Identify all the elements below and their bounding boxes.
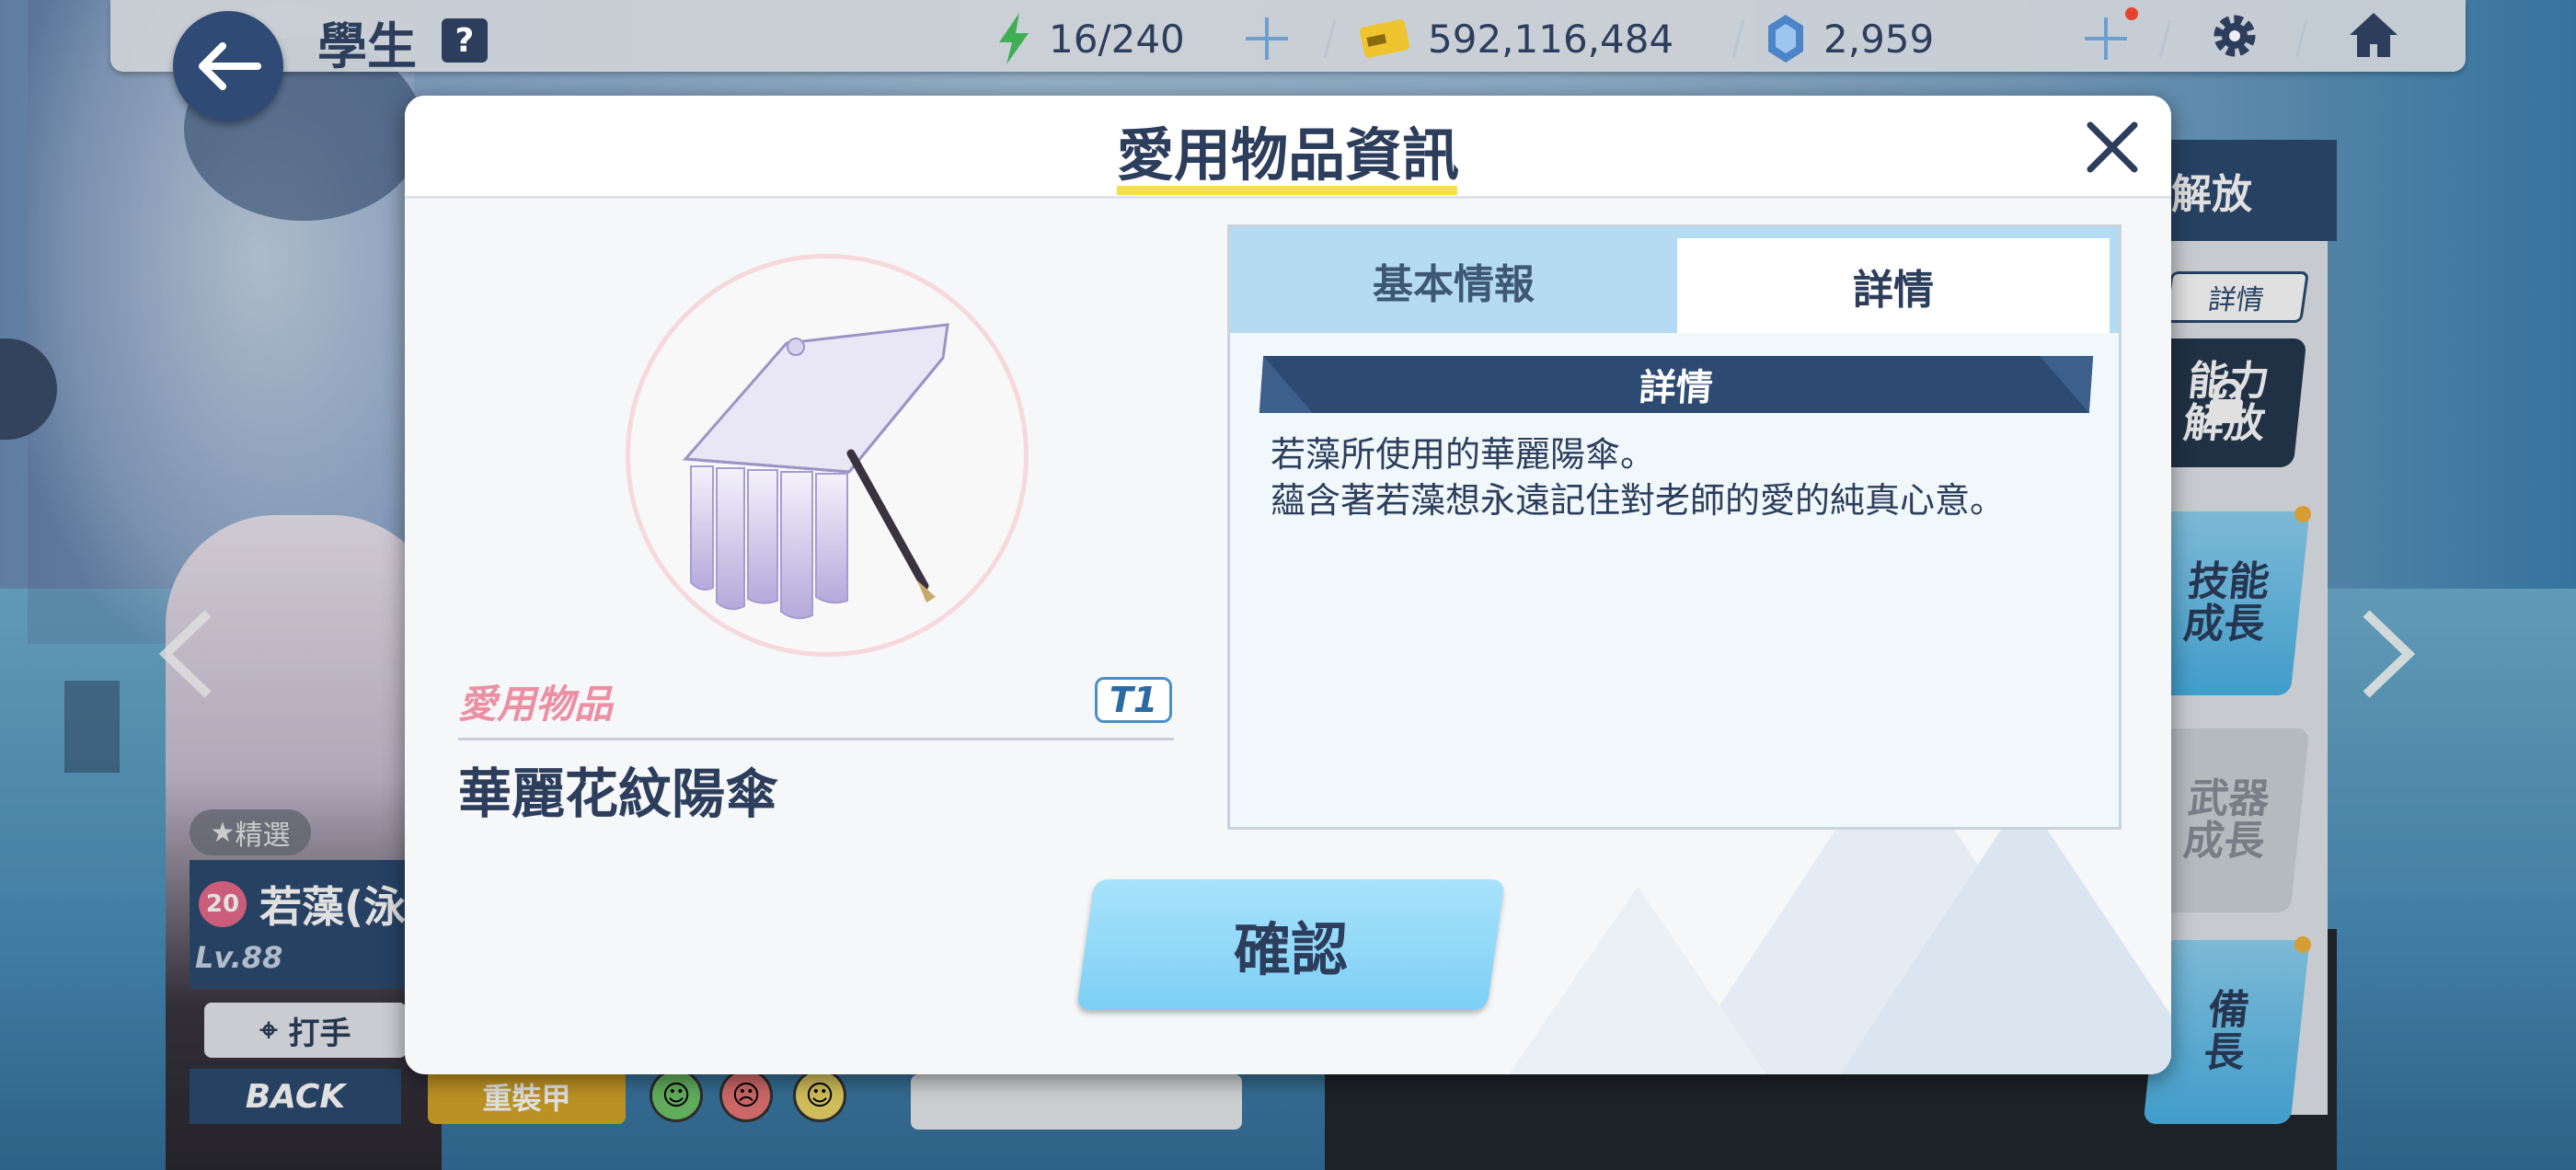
gems-counter: 2,959 xyxy=(1765,11,1934,66)
title-underline xyxy=(1117,186,1457,195)
description-line: 若藻所使用的華麗陽傘。 xyxy=(1271,434,1656,475)
ap-counter: 16/240 xyxy=(995,11,1185,66)
credits-counter: 592,116,484 xyxy=(1358,11,1673,66)
credit-card-icon xyxy=(1358,17,1411,60)
home-icon xyxy=(2350,13,2398,57)
close-button[interactable] xyxy=(2077,112,2147,182)
ap-bolt-icon xyxy=(995,11,1032,66)
help-button[interactable]: ? xyxy=(442,18,488,63)
home-button[interactable] xyxy=(2346,9,2401,75)
section-title: 詳情 xyxy=(1638,367,1715,409)
notification-dot xyxy=(2125,7,2138,20)
add-ap-button[interactable] xyxy=(1242,13,1292,77)
settings-button[interactable] xyxy=(2208,9,2261,76)
add-gems-button[interactable] xyxy=(2081,13,2131,77)
confirm-button[interactable]: 確認 xyxy=(1076,879,1505,1010)
section-title-bar: 詳情 xyxy=(1259,356,2094,413)
dialog-title: 愛用物品資訊 xyxy=(1116,121,1459,189)
plus-icon xyxy=(1246,17,1288,60)
close-icon xyxy=(2087,121,2138,173)
parasol-icon xyxy=(682,323,949,620)
favorite-item-dialog: 愛用物品資訊 愛用物品 T1 華麗花紋陽傘 基本情報 詳情 詳情 若藻所使用的華… xyxy=(405,96,2171,1074)
back-arrow-icon xyxy=(199,42,261,90)
item-name: 華麗花紋陽傘 xyxy=(458,763,779,825)
page-title: 學生 xyxy=(317,17,417,75)
ap-value: 16/240 xyxy=(1049,16,1185,62)
tier-badge: T1 xyxy=(1095,677,1172,723)
gear-icon xyxy=(2214,15,2256,57)
plus-icon xyxy=(2085,17,2127,60)
description-line: 蘊含著若藻想永遠記住對老師的愛的純真心意。 xyxy=(1271,480,2006,521)
tab-basic-info[interactable]: 基本情報 xyxy=(1230,227,1677,333)
info-panel: 基本情報 詳情 詳情 若藻所使用的華麗陽傘。 蘊含著若藻想永遠記住對老師的愛的純… xyxy=(1227,224,2122,830)
back-button[interactable] xyxy=(173,11,283,121)
item-divider xyxy=(458,738,1174,740)
confirm-label: 確認 xyxy=(1233,916,1348,983)
item-image-frame xyxy=(626,254,1029,657)
gems-value: 2,959 xyxy=(1823,16,1935,62)
gem-icon xyxy=(1765,13,1807,64)
item-category-label: 愛用物品 xyxy=(458,682,614,727)
tab-details[interactable]: 詳情 xyxy=(1677,238,2110,333)
item-description: 若藻所使用的華麗陽傘。 蘊含著若藻想永遠記住對老師的愛的純真心意。 xyxy=(1271,431,2005,523)
credits-value: 592,116,484 xyxy=(1428,16,1674,62)
tab-bar: 基本情報 詳情 xyxy=(1230,227,2119,333)
